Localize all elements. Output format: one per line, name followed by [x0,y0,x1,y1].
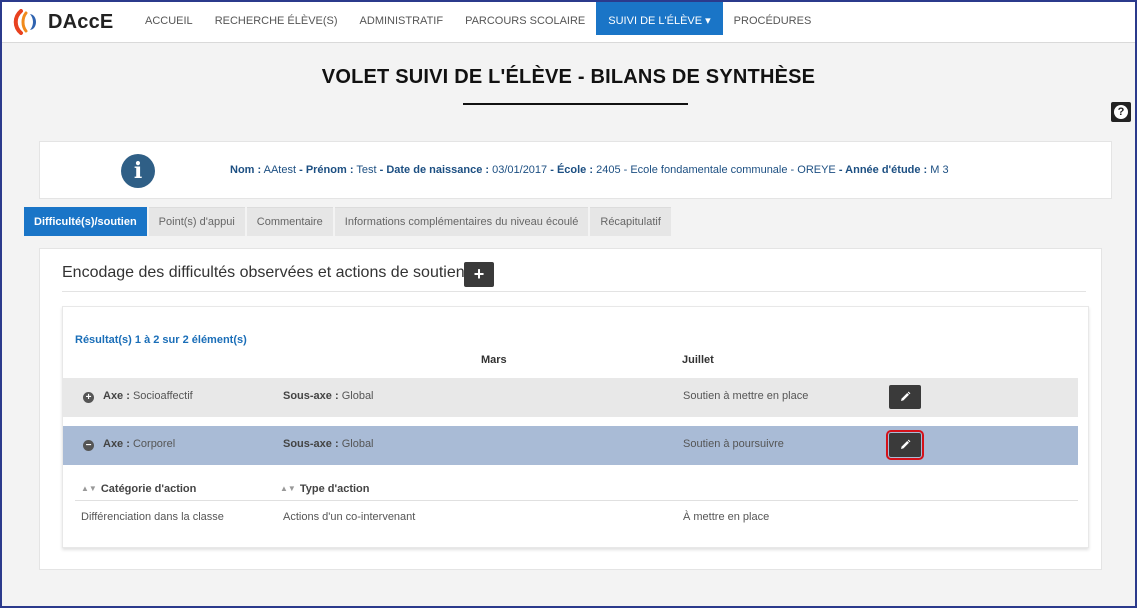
heading-divider [62,291,1086,292]
expand-icon[interactable]: + [83,392,94,403]
sous-axe-label: Sous-axe : [283,390,339,402]
top-navbar: DAccE ACCUEIL RECHERCHE ÉLÈVE(S) ADMINIS… [2,2,1135,43]
difficultes-panel: Encodage des difficultés observées et ac… [39,248,1102,570]
collapse-icon[interactable]: − [83,440,94,451]
brand-name: DAccE [48,10,114,33]
sub-header-label: Type d'action [299,483,370,495]
sub-header-label: Catégorie d'action [100,483,197,495]
annee-label: - Année d'étude : [838,164,928,176]
tab-difficultes-soutien[interactable]: Difficulté(s)/soutien [24,207,147,236]
column-header-mars: Mars [481,354,507,366]
naissance-value: 03/01/2017 [492,164,548,176]
tab-recapitulatif[interactable]: Récapitulatif [590,207,671,236]
axe-value: Socioaffectif [132,390,193,402]
sort-icon: ▲▼ [81,484,97,493]
question-icon: ? [1114,105,1128,119]
title-underline [463,103,688,105]
nav-item-administratif[interactable]: ADMINISTRATIF [349,11,455,44]
tab-points-appui[interactable]: Point(s) d'appui [148,207,245,236]
tab-bar: Difficulté(s)/soutien Point(s) d'appui C… [24,207,673,237]
nav-item-recherche-eleves[interactable]: RECHERCHE ÉLÈVE(S) [204,11,349,44]
sous-axe-value: Global [341,438,374,450]
edit-button-highlighted[interactable] [886,430,924,460]
panel-heading: Encodage des difficultés observées et ac… [62,264,465,281]
sort-icon: ▲▼ [280,484,296,493]
main-nav: ACCUEIL RECHERCHE ÉLÈVE(S) ADMINISTRATIF… [134,2,823,44]
sous-axe-cell: Sous-axe : Global [283,390,374,402]
table-row-selected[interactable]: − Axe : Corporel Sous-axe : Global Souti… [63,426,1078,465]
nav-item-accueil[interactable]: ACCUEIL [134,11,204,44]
prenom-label: - Prénom : [299,164,354,176]
naissance-label: - Date de naissance : [379,164,490,176]
nav-item-parcours-scolaire[interactable]: PARCOURS SCOLAIRE [454,11,596,44]
student-info-text: Nom : AAtest - Prénom : Test - Date de n… [230,164,949,176]
sous-axe-value: Global [341,390,374,402]
sub-header-type[interactable]: ▲▼ Type d'action [280,483,370,495]
annee-value: M 3 [930,164,949,176]
result-count: Résultat(s) 1 à 2 sur 2 élément(s) [75,334,247,346]
ecole-value: 2405 - Ecole fondamentale communale - OR… [596,164,836,176]
table-row[interactable]: + Axe : Socioaffectif Sous-axe : Global … [63,378,1078,417]
nom-value: AAtest [263,164,297,176]
juillet-action-cell: À mettre en place [683,511,770,523]
page-title: VOLET SUIVI DE L'ÉLÈVE - BILANS DE SYNTH… [321,66,816,88]
ecole-label: - École : [550,164,594,176]
sub-table-divider [75,500,1078,501]
sous-axe-label: Sous-axe : [283,438,339,450]
brand[interactable]: DAccE [12,8,113,36]
app-frame: DAccE ACCUEIL RECHERCHE ÉLÈVE(S) ADMINIS… [0,0,1137,608]
nav-item-procedures[interactable]: PROCÉDURES [723,11,823,44]
sous-axe-cell: Sous-axe : Global [283,438,374,450]
pencil-icon [901,439,911,449]
student-info-box: i Nom : AAtest - Prénom : Test - Date de… [39,141,1112,199]
add-button[interactable]: + [464,262,494,287]
help-button[interactable]: ? [1111,102,1131,122]
results-container: Résultat(s) 1 à 2 sur 2 élément(s) Mars … [62,306,1089,548]
axe-value: Corporel [132,438,176,450]
pencil-icon [901,391,911,401]
info-icon: i [121,154,155,188]
axe-label: Axe : [103,438,130,450]
sub-header-categorie[interactable]: ▲▼ Catégorie d'action [81,483,196,495]
axe-label: Axe : [103,390,130,402]
juillet-cell: Soutien à poursuivre [683,438,784,450]
juillet-cell: Soutien à mettre en place [683,390,809,402]
tab-informations-complementaires[interactable]: Informations complémentaires du niveau é… [334,207,589,236]
column-header-juillet: Juillet [682,354,714,366]
axe-cell: Axe : Corporel [103,438,175,450]
axe-cell: Axe : Socioaffectif [103,390,193,402]
categorie-cell: Différenciation dans la classe [81,511,224,523]
prenom-value: Test [356,164,377,176]
tab-commentaire[interactable]: Commentaire [246,207,333,236]
type-cell: Actions d'un co-intervenant [283,511,416,523]
daccE-logo-icon [13,9,36,35]
edit-button[interactable] [889,385,921,409]
nav-item-suivi-eleve[interactable]: SUIVI DE L'ÉLÈVE ▾ [596,2,723,35]
nom-label: Nom : [230,164,262,176]
